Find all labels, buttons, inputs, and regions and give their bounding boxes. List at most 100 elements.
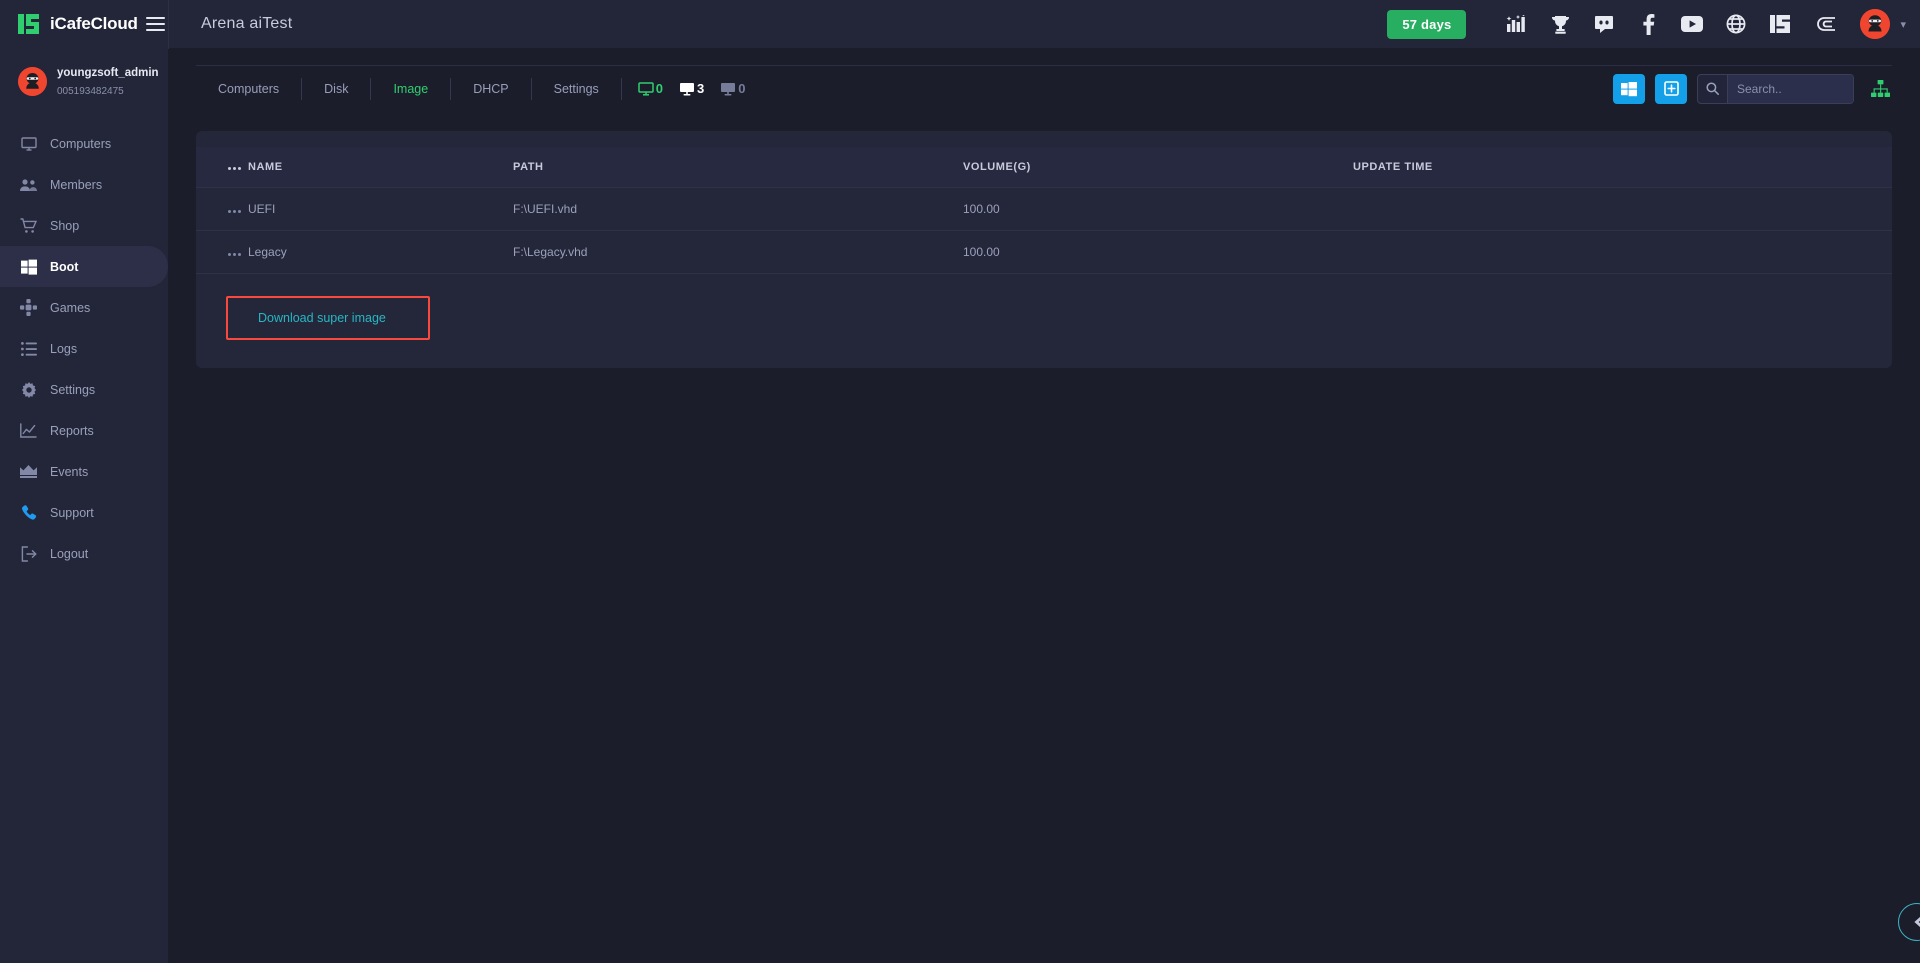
- top-bar: iCafeCloud Arena aiTest 57 days: [0, 0, 1920, 49]
- column-header-path[interactable]: PATH: [513, 147, 963, 188]
- ellipsis-icon[interactable]: [228, 167, 241, 170]
- add-image-button[interactable]: [1655, 74, 1687, 104]
- toolbar-actions: [1613, 74, 1892, 104]
- row-menu-cell[interactable]: [196, 188, 248, 231]
- column-header-name[interactable]: NAME: [248, 147, 513, 188]
- gear-icon: [20, 381, 37, 398]
- sidebar-item-logs[interactable]: Logs: [0, 328, 168, 369]
- counter-online[interactable]: 0: [638, 81, 663, 96]
- tab-settings[interactable]: Settings: [532, 78, 622, 100]
- brand-zone: iCafeCloud: [0, 0, 168, 49]
- download-super-image-link[interactable]: Download super image: [226, 296, 430, 340]
- cart-icon: [20, 217, 37, 234]
- column-header-volume[interactable]: VOLUME(G): [963, 147, 1353, 188]
- row-menu-cell[interactable]: [196, 231, 248, 274]
- search-icon: [1698, 75, 1728, 103]
- sidebar-item-label: Logs: [50, 342, 77, 356]
- row-name: UEFI: [248, 188, 513, 231]
- ninja-avatar-icon: [18, 67, 47, 96]
- column-header-update-time[interactable]: UPDATE TIME: [1353, 147, 1892, 188]
- counter-value: 0: [738, 81, 745, 96]
- sidebar-item-events[interactable]: Events: [0, 451, 168, 492]
- sitemap-icon[interactable]: [1868, 77, 1892, 101]
- windows-icon: [1621, 81, 1637, 97]
- body: youngzsoft_admin 005193482475 Computers: [0, 49, 1920, 963]
- discord-icon[interactable]: [1589, 9, 1619, 39]
- chart-line-icon: [20, 422, 37, 439]
- sidebar-item-settings[interactable]: Settings: [0, 369, 168, 410]
- sidebar-item-games[interactable]: Games: [0, 287, 168, 328]
- sidebar-item-label: Reports: [50, 424, 94, 438]
- collapse-panel-button[interactable]: [1898, 903, 1920, 941]
- ellipsis-icon[interactable]: [228, 253, 241, 256]
- sidebar-item-support[interactable]: Support: [0, 492, 168, 533]
- sidebar-item-boot[interactable]: Boot: [0, 246, 168, 287]
- sidebar-item-label: Support: [50, 506, 94, 520]
- search-box[interactable]: [1697, 74, 1854, 104]
- stats-chart-icon[interactable]: [1501, 9, 1531, 39]
- globe-icon[interactable]: [1721, 9, 1751, 39]
- table-header-menu[interactable]: [196, 147, 248, 188]
- tab-disk[interactable]: Disk: [302, 78, 371, 100]
- top-bar-actions: 57 days: [1387, 9, 1920, 39]
- sidebar-item-members[interactable]: Members: [0, 164, 168, 205]
- table-row[interactable]: UEFI F:\UEFI.vhd 100.00: [196, 188, 1892, 231]
- brand-name: iCafeCloud: [50, 14, 138, 34]
- tab-list: Computers Disk Image DHCP Settings: [196, 72, 622, 106]
- sidebar-item-label: Logout: [50, 547, 88, 561]
- youtube-icon[interactable]: [1677, 9, 1707, 39]
- page-title-bar: Arena aiTest: [168, 0, 1387, 49]
- sidebar-user-id: 005193482475: [57, 86, 124, 97]
- days-remaining-badge[interactable]: 57 days: [1387, 10, 1466, 39]
- gamepad-icon: [20, 299, 37, 316]
- tab-bar: Computers Disk Image DHCP Settings 0: [196, 65, 1892, 111]
- sidebar-item-shop[interactable]: Shop: [0, 205, 168, 246]
- hamburger-icon[interactable]: [144, 0, 168, 49]
- windows-image-button[interactable]: [1613, 74, 1645, 104]
- status-counters: 0 3: [622, 81, 746, 96]
- app-root: iCafeCloud Arena aiTest 57 days: [0, 0, 1920, 963]
- tab-image[interactable]: Image: [371, 78, 451, 100]
- sidebar-item-label: Settings: [50, 383, 95, 397]
- tab-dhcp[interactable]: DHCP: [451, 78, 531, 100]
- sidebar-item-logout[interactable]: Logout: [0, 533, 168, 574]
- sidebar-item-label: Boot: [50, 260, 78, 274]
- table-row[interactable]: Legacy F:\Legacy.vhd 100.00: [196, 231, 1892, 274]
- sidebar: youngzsoft_admin 005193482475 Computers: [0, 49, 168, 963]
- people-icon: [20, 176, 37, 193]
- table-header-row: NAME PATH VOLUME(G) UPDATE TIME: [196, 147, 1892, 188]
- page-title: Arena aiTest: [201, 15, 292, 33]
- icafe-logo-icon[interactable]: [1765, 9, 1795, 39]
- row-path: F:\UEFI.vhd: [513, 188, 963, 231]
- row-volume: 100.00: [963, 188, 1353, 231]
- sidebar-user-block[interactable]: youngzsoft_admin 005193482475: [0, 49, 168, 113]
- ellipsis-icon[interactable]: [228, 210, 241, 213]
- tab-computers[interactable]: Computers: [196, 78, 302, 100]
- row-update-time: [1353, 231, 1892, 274]
- main-content: Computers Disk Image DHCP Settings 0: [168, 49, 1920, 963]
- chevron-down-icon: ▾: [1900, 18, 1906, 31]
- row-volume: 100.00: [963, 231, 1353, 274]
- image-table: NAME PATH VOLUME(G) UPDATE TIME UEFI: [196, 147, 1892, 274]
- counter-used[interactable]: 3: [679, 81, 704, 96]
- search-input[interactable]: [1728, 75, 1854, 103]
- monitor-icon: [720, 82, 736, 96]
- cloud-layers-icon[interactable]: [1809, 9, 1839, 39]
- trophy-icon[interactable]: [1545, 9, 1575, 39]
- counter-offline[interactable]: 0: [720, 81, 745, 96]
- table-head: NAME PATH VOLUME(G) UPDATE TIME: [196, 147, 1892, 188]
- user-menu[interactable]: ▾: [1860, 9, 1906, 39]
- windows-icon: [20, 258, 37, 275]
- download-super-image-row: Download super image: [196, 274, 1892, 350]
- sidebar-item-label: Events: [50, 465, 88, 479]
- phone-icon: [20, 504, 37, 521]
- row-update-time: [1353, 188, 1892, 231]
- icafecloud-logo-icon: [18, 13, 44, 35]
- chevron-left-icon: [1911, 915, 1920, 929]
- sidebar-item-reports[interactable]: Reports: [0, 410, 168, 451]
- monitor-icon: [638, 82, 654, 96]
- sidebar-item-computers[interactable]: Computers: [0, 123, 168, 164]
- image-table-card: NAME PATH VOLUME(G) UPDATE TIME UEFI: [196, 131, 1892, 368]
- sidebar-nav: Computers Members: [0, 123, 168, 574]
- facebook-icon[interactable]: [1633, 9, 1663, 39]
